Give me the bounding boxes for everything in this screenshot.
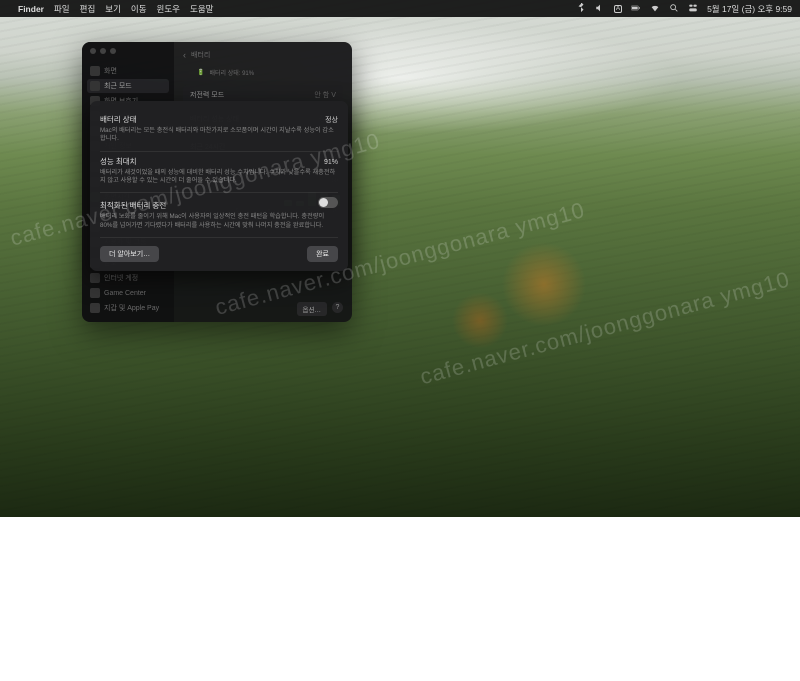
section-value: 91%: [324, 159, 338, 166]
wifi-icon[interactable]: [650, 3, 660, 15]
menu-go[interactable]: 이동: [131, 3, 147, 15]
battery-icon[interactable]: [631, 3, 641, 15]
done-button[interactable]: 완료: [307, 246, 338, 262]
section-value: 정상: [325, 115, 338, 125]
bluetooth-icon[interactable]: [576, 3, 586, 15]
section-title: 성능 최대치: [100, 156, 137, 167]
menu-help[interactable]: 도움말: [190, 3, 213, 15]
optimized-charging-toggle[interactable]: [318, 197, 338, 208]
menu-file[interactable]: 파일: [54, 3, 70, 15]
learn-more-button[interactable]: 더 알아보기…: [100, 246, 159, 262]
volume-icon[interactable]: [595, 3, 605, 15]
section-title: 최적화된 배터리 충전: [100, 200, 166, 211]
menubar: Finder 파일 편집 보기 이동 윈도우 도움말 A 5월 17일 (금) …: [0, 0, 800, 17]
input-source-icon[interactable]: A: [614, 5, 622, 13]
menu-window[interactable]: 윈도우: [157, 3, 180, 15]
battery-health-modal: 배터리 상태 정상 Mac의 배터리는 모든 충전식 배터리와 마찬가지로 소모…: [90, 101, 348, 271]
date-time[interactable]: 5월 17일 (금) 오후 9:59: [707, 3, 792, 15]
section-desc: 배터리가 새것이었을 때의 성능에 대비한 배터리 성능 수치입니다. 수치가 …: [100, 169, 338, 186]
spotlight-icon[interactable]: [669, 3, 679, 15]
app-name[interactable]: Finder: [18, 4, 44, 14]
section-desc: 배터리 노화를 줄이기 위해 Mac이 사용자의 일상적인 충전 패턴을 학습합…: [100, 213, 338, 230]
menu-edit[interactable]: 편집: [80, 3, 96, 15]
control-center-icon[interactable]: [688, 3, 698, 15]
section-desc: Mac의 배터리는 모든 충전식 배터리와 마찬가지로 소모품이며 시간이 지날…: [100, 127, 338, 144]
menu-view[interactable]: 보기: [105, 3, 121, 15]
section-title: 배터리 상태: [100, 114, 137, 125]
